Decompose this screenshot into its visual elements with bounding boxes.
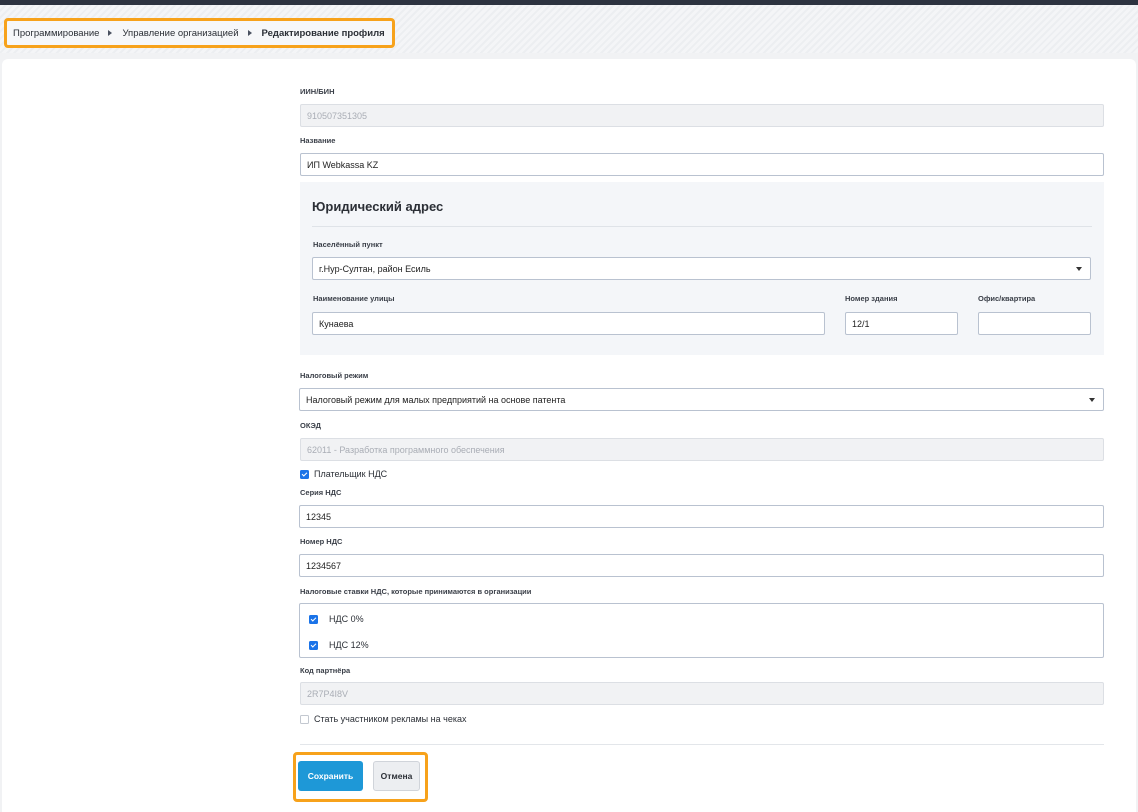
building-label: Номер здания — [845, 294, 898, 303]
vat-rate-0-label: НДС 0% — [329, 614, 364, 624]
street-field[interactable]: Кунаева — [312, 312, 825, 335]
content-card: ИИН/БИН 910507351305 Название ИП Webkass… — [2, 59, 1136, 812]
breadcrumb-bar: Программирование Управление организацией… — [0, 5, 1138, 53]
office-field[interactable] — [978, 312, 1091, 335]
name-label: Название — [300, 136, 336, 145]
partner-code-field: 2R7P4I8V — [300, 682, 1104, 705]
chevron-down-icon — [1089, 398, 1095, 402]
name-field[interactable]: ИП Webkassa KZ — [300, 153, 1104, 176]
vat-rate-12-checkbox[interactable] — [309, 640, 318, 650]
ads-checkbox[interactable] — [300, 714, 309, 724]
save-button[interactable]: Сохранить — [298, 761, 363, 791]
oked-field: 62011 - Разработка программного обеспече… — [300, 438, 1104, 461]
vat-number-label: Номер НДС — [300, 537, 343, 546]
iin-field: 910507351305 — [300, 104, 1104, 127]
locality-select[interactable]: г.Нур-Султан, район Есиль — [312, 257, 1091, 280]
tax-regime-select[interactable]: Налоговый режим для малых предприятий на… — [299, 388, 1104, 411]
breadcrumb-item-edit-profile: Редактирование профиля — [261, 27, 385, 39]
form-divider — [300, 744, 1104, 745]
section-divider — [312, 226, 1092, 227]
vat-series-label: Серия НДС — [300, 488, 342, 497]
vat-rates-box: НДС 0% НДС 12% — [299, 603, 1104, 658]
vat-payer-checkbox[interactable] — [300, 469, 309, 479]
tax-regime-value: Налоговый режим для малых предприятий на… — [306, 394, 566, 405]
breadcrumb: Программирование Управление организацией… — [4, 18, 395, 48]
vat-rate-12-row: НДС 12% — [309, 640, 369, 650]
partner-code-label: Код партнёра — [300, 666, 351, 675]
building-field[interactable]: 12/1 — [845, 312, 958, 335]
vat-payer-label: Плательщик НДС — [314, 469, 388, 479]
locality-label: Населённый пункт — [313, 240, 383, 249]
iin-label: ИИН/БИН — [300, 87, 335, 96]
locality-value: г.Нур-Султан, район Есиль — [319, 263, 431, 274]
breadcrumb-separator-icon — [108, 30, 113, 36]
breadcrumb-item-org-management[interactable]: Управление организацией — [122, 28, 238, 39]
legal-address-section: Юридический адрес Населённый пункт г.Нур… — [300, 182, 1104, 355]
ads-label: Стать участником рекламы на чеках — [314, 714, 467, 724]
legal-address-title: Юридический адрес — [312, 199, 444, 214]
vat-number-field[interactable]: 1234567 — [299, 554, 1104, 577]
cancel-button[interactable]: Отмена — [373, 761, 420, 791]
vat-payer-row: Плательщик НДС — [300, 469, 387, 479]
office-label: Офис/квартира — [978, 294, 1036, 303]
vat-series-field[interactable]: 12345 — [299, 505, 1104, 528]
tax-regime-label: Налоговый режим — [300, 371, 369, 380]
vat-rate-0-row: НДС 0% — [309, 614, 364, 624]
oked-label: ОКЭД — [300, 421, 321, 430]
ads-row: Стать участником рекламы на чеках — [300, 714, 466, 724]
breadcrumb-item-programming[interactable]: Программирование — [13, 28, 99, 39]
chevron-down-icon — [1076, 267, 1082, 271]
form-actions: Сохранить Отмена — [293, 752, 428, 802]
vat-rate-0-checkbox[interactable] — [309, 614, 318, 624]
vat-rates-label: Налоговые ставки НДС, которые принимаютс… — [300, 587, 532, 596]
street-label: Наименование улицы — [313, 294, 395, 303]
breadcrumb-separator-icon — [247, 30, 252, 36]
vat-rate-12-label: НДС 12% — [329, 640, 369, 650]
